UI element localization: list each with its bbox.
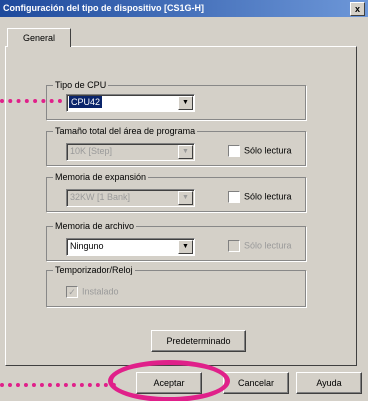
general-tab-panel: Tipo de CPU CPU42 ▼ Tamaño total del áre… — [5, 46, 357, 366]
device-type-settings-dialog: Configuración del tipo de dispositivo [C… — [0, 0, 368, 401]
program-area-value: 10K [Step] — [70, 146, 113, 156]
program-area-readonly-checkbox[interactable]: Sólo lectura — [228, 145, 292, 157]
highlight-oval — [108, 360, 230, 401]
chevron-down-icon: ▼ — [178, 191, 193, 205]
chevron-down-icon: ▼ — [178, 145, 193, 159]
expansion-memory-readonly-checkbox[interactable]: Sólo lectura — [228, 191, 292, 203]
checkbox-box[interactable] — [228, 191, 240, 203]
checkbox-label: Sólo lectura — [244, 191, 292, 202]
check-icon: ✓ — [66, 286, 78, 298]
cancel-button[interactable]: Cancelar — [223, 372, 289, 394]
checkbox-box[interactable] — [228, 145, 240, 157]
checkbox-label: Sólo lectura — [244, 240, 292, 251]
chevron-down-icon[interactable]: ▼ — [178, 240, 193, 254]
checkbox-label: Instalado — [82, 286, 119, 297]
expansion-memory-label: Memoria de expansión — [55, 172, 147, 182]
checkbox-box — [228, 240, 240, 252]
cpu-type-value: CPU42 — [69, 96, 103, 108]
checkbox-label: Sólo lectura — [244, 145, 292, 156]
chevron-down-icon[interactable]: ▼ — [178, 96, 193, 110]
timer-clock-installed-checkbox: ✓ Instalado — [66, 286, 119, 298]
cpu-type-label: Tipo de CPU — [55, 80, 107, 90]
title-bar: Configuración del tipo de dispositivo [C… — [0, 0, 368, 17]
cpu-type-select[interactable]: CPU42 ▼ — [66, 94, 195, 112]
expansion-memory-select: 32KW [1 Bank] ▼ — [66, 189, 195, 207]
program-area-label: Tamaño total del área de programa — [55, 126, 196, 136]
close-icon[interactable]: x — [350, 2, 365, 16]
default-button[interactable]: Predeterminado — [151, 330, 246, 352]
callout-dotted-line-accept — [0, 383, 116, 387]
timer-clock-label: Temporizador/Reloj — [55, 265, 133, 275]
program-area-select: 10K [Step] ▼ — [66, 143, 195, 161]
window-title: Configuración del tipo de dispositivo [C… — [3, 3, 205, 13]
file-memory-select[interactable]: Ninguno ▼ — [66, 238, 195, 256]
tab-general[interactable]: General — [7, 28, 71, 47]
callout-dotted-line-cpu — [0, 99, 62, 103]
expansion-memory-value: 32KW [1 Bank] — [70, 192, 131, 202]
file-memory-value: Ninguno — [70, 241, 104, 251]
file-memory-label: Memoria de archivo — [55, 221, 135, 231]
help-button[interactable]: Ayuda — [296, 372, 362, 394]
file-memory-readonly-checkbox: Sólo lectura — [228, 240, 292, 252]
